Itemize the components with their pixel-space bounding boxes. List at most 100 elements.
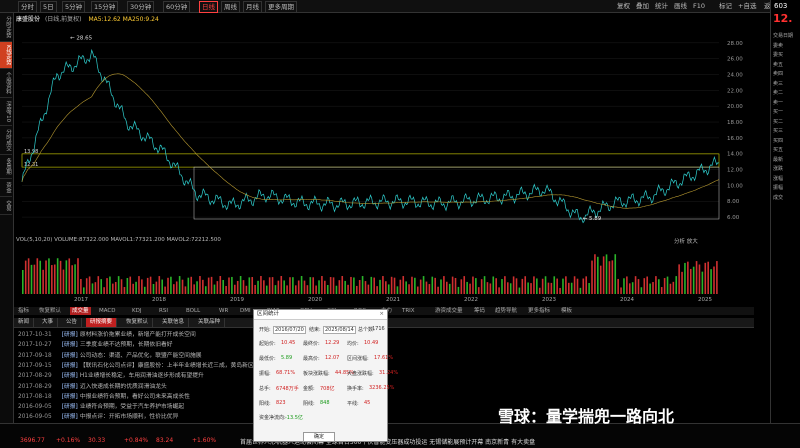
volume-bar bbox=[80, 278, 82, 294]
ok-button[interactable]: 确定 bbox=[303, 432, 335, 442]
news-title[interactable]: 中报业绩符合预期，看好公司未来高成长性 bbox=[80, 394, 190, 400]
period-tab[interactable]: 5分钟 bbox=[62, 1, 86, 13]
toolbar-button[interactable]: 叠加 bbox=[634, 1, 651, 11]
start-date-field[interactable]: 2016/07/20 bbox=[273, 326, 306, 334]
left-tab[interactable]: 交易 bbox=[0, 197, 12, 215]
volume-bar bbox=[204, 286, 207, 294]
volume-bar bbox=[658, 279, 660, 294]
year-label: 2024 bbox=[620, 297, 634, 303]
news-tab[interactable]: 关联品种 bbox=[194, 318, 226, 327]
news-tab[interactable]: 大事 bbox=[38, 318, 59, 327]
left-tab[interactable]: 分时走势 bbox=[0, 13, 12, 42]
period-tab[interactable]: 月线 bbox=[243, 1, 262, 13]
left-tab[interactable]: 资金 bbox=[0, 179, 12, 197]
news-tab[interactable]: 关联信息 bbox=[158, 318, 190, 327]
news-title[interactable]: 三季度业绩不达预期，长期依旧看好 bbox=[80, 342, 173, 348]
indicator-tab[interactable]: KDJ bbox=[130, 307, 143, 315]
news-row[interactable]: 2016-09-05 [研报] 中报点评：开拓市场顺利，性价比优异 bbox=[18, 411, 178, 420]
kline-chart[interactable]: 28.00 26.00 24.00 22.00 20.00 18.00 16.00 14.00… bbox=[14, 13, 754, 233]
indicator-tab[interactable]: WR bbox=[217, 307, 230, 315]
left-tab[interactable]: 深度F10 bbox=[0, 98, 12, 127]
left-tab[interactable]: 个股资料 bbox=[0, 69, 12, 99]
volume-bar bbox=[472, 276, 474, 294]
period-tab[interactable]: 5日 bbox=[40, 1, 57, 13]
volume-bar bbox=[567, 282, 570, 294]
news-row[interactable]: 2017-08-18 [研报] 中报业绩符合预期，看好公司未来高成长性 bbox=[18, 391, 190, 400]
volume-bar bbox=[419, 279, 422, 294]
news-tab[interactable]: 新闻 bbox=[14, 318, 35, 327]
year-label: 2023 bbox=[542, 297, 556, 303]
volume-bar bbox=[143, 286, 146, 294]
period-tab[interactable]: 日线 bbox=[199, 1, 218, 13]
news-title[interactable]: 迈入快速成长期的优质润滑油龙头 bbox=[80, 384, 167, 390]
news-tab[interactable]: 恢复默认 bbox=[122, 318, 154, 327]
volume-bar bbox=[123, 286, 126, 294]
period-tab[interactable]: 60分钟 bbox=[163, 1, 191, 13]
volume-chart[interactable]: VOL(5,10,20) VOLUME:87322.000 MAVOL1:773… bbox=[14, 236, 754, 296]
toolbar-button[interactable]: 标记 bbox=[717, 1, 734, 11]
news-row[interactable]: 2016-09-05 [研报] 业绩符合预期，受益于汽车养护市场崛起 bbox=[18, 401, 184, 410]
indicator-tab[interactable]: 指标 bbox=[16, 307, 31, 315]
volume-bar bbox=[652, 282, 654, 294]
left-tab[interactable]: 多周期 bbox=[0, 155, 12, 179]
volume-bar bbox=[440, 279, 442, 294]
price-chart-svg[interactable]: 28.00 26.00 24.00 22.00 20.00 18.00 16.00 14.00… bbox=[14, 13, 754, 233]
indicator-tab[interactable]: 更多指标 bbox=[526, 307, 552, 315]
toolbar-button[interactable]: F10 bbox=[691, 1, 707, 11]
indicator-tab[interactable]: 游资成交量 bbox=[433, 307, 465, 315]
news-row[interactable]: 2017-08-29 [研报] H1业绩增长稳定，车用润滑油逐步形成有望提升 bbox=[18, 370, 204, 379]
volume-bar bbox=[463, 276, 466, 294]
volume-bar bbox=[530, 283, 532, 294]
news-tab[interactable]: 研报摘要 bbox=[86, 318, 118, 327]
toolbar-button[interactable]: 复权 bbox=[615, 1, 632, 11]
news-title[interactable]: 原材料涨价拖累业绩，新增产能打开成长空间 bbox=[80, 332, 196, 338]
indicator-tab[interactable]: RSI bbox=[157, 307, 170, 315]
quote-label: 交易日期 bbox=[773, 33, 794, 39]
news-title[interactable]: 公司动态：渠道、产品优化，联盟产能空间施展 bbox=[80, 353, 202, 359]
indicator-tab[interactable]: 恢复默认 bbox=[37, 307, 63, 315]
news-title[interactable]: 业绩符合预期，受益于汽车养护市场崛起 bbox=[80, 404, 184, 410]
volume-bar bbox=[173, 284, 175, 294]
quote-labels: 交易日期 委卖 委买 卖五 卖四 卖三 卖二 卖一 买一 买二 买三 买四 买五 最新 涨跌 涨幅 振幅 成交 bbox=[773, 32, 793, 203]
left-tab[interactable]: 分时成交 bbox=[0, 126, 12, 156]
indicator-tab[interactable]: TRIX bbox=[400, 307, 417, 315]
news-row[interactable]: 2017-09-15 [研报] 【联讯石化公司点评】康盛股份：上半年业绩增长近三成，… bbox=[18, 360, 254, 369]
news-tab[interactable]: 公告 bbox=[62, 318, 83, 327]
volume-bar bbox=[597, 256, 599, 294]
toolbar-button[interactable]: 画线 bbox=[672, 1, 689, 11]
quote-label: 卖三 bbox=[773, 80, 784, 87]
period-tab[interactable]: 周线 bbox=[221, 1, 240, 13]
indicator-tab[interactable]: 模板 bbox=[559, 307, 574, 315]
toolbar-button[interactable]: 统计 bbox=[653, 1, 670, 11]
period-tab[interactable]: 30分钟 bbox=[127, 1, 155, 13]
news-title[interactable]: 中报点评：开拓市场顺利，性价比优异 bbox=[80, 414, 179, 420]
quote-label: 最新 bbox=[773, 156, 784, 163]
indicator-tab[interactable]: DMI bbox=[238, 307, 253, 315]
volume-bar bbox=[588, 283, 590, 294]
news-row[interactable]: 2017-09-18 [研报] 公司动态：渠道、产品优化，联盟产能空间施展 bbox=[18, 350, 202, 359]
indicator-tab[interactable]: BOLL bbox=[184, 307, 202, 315]
volume-bar bbox=[713, 266, 715, 294]
indicator-tab[interactable]: 趋势导航 bbox=[493, 307, 519, 315]
end-date-field[interactable]: 2025/08/14 bbox=[323, 326, 356, 334]
indicator-tab[interactable]: MACD bbox=[97, 307, 118, 315]
volume-svg[interactable] bbox=[14, 236, 754, 296]
left-tab[interactable]: K线走势 bbox=[0, 42, 12, 70]
news-row[interactable]: 2017-08-29 [研报] 迈入快速成长期的优质润滑油龙头 bbox=[18, 381, 167, 390]
period-tab[interactable]: 更多周期 bbox=[265, 1, 297, 13]
news-row[interactable]: 2017-10-27 [研报] 三季度业绩不达预期，长期依旧看好 bbox=[18, 339, 173, 348]
period-tab[interactable]: 分时 bbox=[18, 1, 37, 13]
news-title[interactable]: H1业绩增长稳定，车用润滑油逐步形成有望提升 bbox=[80, 373, 204, 379]
volume-bar bbox=[451, 276, 454, 294]
news-row[interactable]: 2017-10-31 [研报] 原材料涨价拖累业绩，新增产能打开成长空间 bbox=[18, 329, 196, 338]
volume-bar bbox=[373, 277, 376, 294]
volume-bar bbox=[155, 281, 158, 294]
indicator-tab[interactable]: 成交量 bbox=[70, 307, 91, 315]
news-date: 2016-09-05 bbox=[18, 404, 52, 411]
volume-bar bbox=[326, 285, 329, 294]
news-title[interactable]: 【联讯石化公司点评】康盛股份：上半年业绩增长近三成，黄岛新区 bbox=[80, 363, 254, 369]
period-tab[interactable]: 15分钟 bbox=[91, 1, 119, 13]
toolbar-button[interactable]: +自选 bbox=[736, 1, 758, 11]
close-icon[interactable]: × bbox=[379, 310, 384, 319]
indicator-tab[interactable]: 筹码 bbox=[472, 307, 487, 315]
